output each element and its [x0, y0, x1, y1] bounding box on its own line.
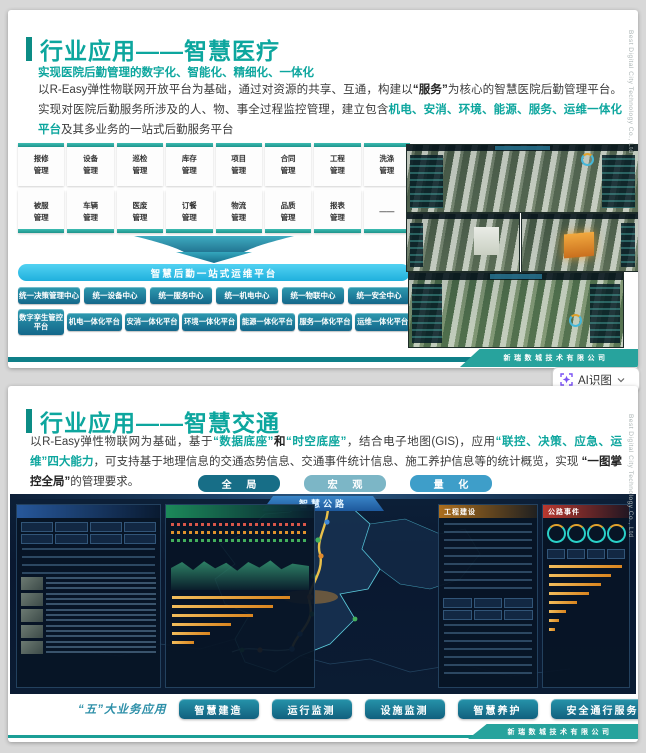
module-cell: 报修管理	[18, 143, 65, 186]
platform-button: 运维一体化平台	[355, 313, 411, 331]
center-button: 统一机电中心	[216, 287, 278, 304]
module-cell: 设备管理	[67, 143, 115, 186]
platform-button: 环境一体化平台	[182, 313, 238, 331]
platform-button: 机电一体化平台	[67, 313, 122, 331]
hospital-dashboard-screenshot-3	[521, 213, 638, 272]
center-button: 统一物联中心	[282, 287, 344, 304]
module-cell: 医废管理	[116, 190, 164, 233]
platform-button: 数字孪生管控平台	[18, 309, 64, 335]
slide1-subtitle: 实现医院后勤管理的数字化、智能化、精细化、一体化	[38, 67, 314, 79]
biz-button: 设施监测	[364, 699, 445, 719]
funnel-arrow	[18, 236, 410, 264]
module-cell: ——	[363, 190, 411, 233]
title-accent-bar	[26, 409, 32, 433]
biz-button: 智慧建造	[178, 699, 259, 719]
module-cell: 品质管理	[264, 190, 312, 233]
page-title: 行业应用——智慧医疗	[40, 38, 280, 64]
dashboard-panel-construction: 工程建设	[438, 504, 538, 688]
module-cell: 物流管理	[215, 190, 263, 233]
dashboard-panel-left-1	[16, 504, 161, 688]
view-mode-button: 量 化	[410, 475, 492, 492]
platform-button: 能源一体化平台	[240, 313, 295, 331]
slide2-footer: 新瑞数城技术有限公司	[8, 724, 638, 742]
center-button: 统一决策管理中心	[18, 287, 80, 304]
platform-button: 服务一体化平台	[297, 313, 353, 331]
document-preview-page: 行业应用——智慧医疗 实现医院后勤管理的数字化、智能化、精细化、一体化 以R-E…	[0, 0, 646, 753]
biz-button: 运行监测	[271, 699, 352, 719]
module-cell: 车辆管理	[67, 190, 115, 233]
module-cell: 订餐管理	[166, 190, 213, 233]
module-cell: 巡检管理	[116, 143, 164, 186]
module-cell: 合同管理	[264, 143, 312, 186]
biz-button: 智慧养护	[457, 699, 538, 719]
title-accent-bar	[26, 37, 32, 61]
view-mode-buttons: 全 局宏 观量 化	[198, 475, 492, 492]
slide1-paragraph: 以R-Easy弹性物联网开放平台为基础，通过对资源的共享、互通，构建以“服务”为…	[38, 84, 623, 137]
module-cell: 被服管理	[18, 190, 65, 233]
module-cell: 项目管理	[215, 143, 263, 186]
hospital-dashboard-screenshot-1	[406, 144, 638, 213]
module-cell: 报表管理	[314, 190, 362, 233]
biz-label: “五”大业务应用	[78, 704, 167, 716]
slide1-footer: 新瑞数城技术有限公司	[8, 349, 638, 367]
traffic-dashboard-screenshot: 智慧公路 工程建设 公路事件	[10, 494, 636, 694]
module-grid-row2: 被服管理 车辆管理 医废管理 订餐管理 物流管理 品质管理 报表管理 ——	[18, 190, 411, 233]
module-cell: 库存管理	[166, 143, 213, 186]
side-watermark: Best Digital City Technology Co., Ltd	[627, 414, 634, 538]
business-applications-row: “五”大业务应用 智慧建造 运行监测 设施监测 智慧养护 安全通行服务	[78, 699, 638, 719]
hospital-dashboard-screenshot-4	[408, 272, 624, 348]
company-name-band: 新瑞数城技术有限公司	[468, 724, 638, 739]
view-mode-button: 全 局	[198, 475, 280, 492]
module-cell: 洗涤管理	[363, 143, 411, 186]
slide1-title: 行业应用——智慧医疗	[26, 32, 280, 66]
dashboard-panel-events: 公路事件	[542, 504, 630, 688]
slide-smart-traffic[interactable]: 行业应用——智慧交通 以R-Easy弹性物联网为基础，基于“数据底座”和“时空底…	[8, 386, 638, 742]
slide-smart-medical[interactable]: 行业应用——智慧医疗 实现医院后勤管理的数字化、智能化、精细化、一体化 以R-E…	[8, 10, 638, 368]
center-button: 统一服务中心	[150, 287, 212, 304]
chevron-down-icon	[617, 377, 625, 382]
dashboard-panel-left-2	[165, 504, 315, 688]
module-cell: 工程管理	[314, 143, 362, 186]
company-name-band: 新瑞数城技术有限公司	[460, 349, 638, 367]
platform-button: 安消一体化平台	[124, 313, 180, 331]
biz-button: 安全通行服务	[550, 699, 638, 719]
center-button: 统一安全中心	[348, 287, 410, 304]
side-watermark: Best Digital City Technology Co., Ltd	[627, 30, 634, 154]
center-button: 统一设备中心	[84, 287, 146, 304]
hospital-dashboard-screenshot-2	[406, 213, 520, 272]
unified-centers-row: 统一决策管理中心 统一设备中心 统一服务中心 统一机电中心 统一物联中心 统一安全中心	[18, 287, 410, 304]
biz-buttons: 智慧建造 运行监测 设施监测 智慧养护 安全通行服务	[178, 699, 638, 719]
view-mode-button: 宏 观	[304, 475, 386, 492]
ai-scan-icon	[560, 373, 573, 386]
module-grid-row1: 报修管理 设备管理 巡检管理 库存管理 项目管理 合同管理 工程管理 洗涤管理	[18, 143, 411, 186]
platforms-row: 数字孪生管控平台 机电一体化平台 安消一体化平台 环境一体化平台 能源一体化平台 服务一体…	[18, 309, 411, 335]
platform-banner: 智慧后勤一站式运维平台	[18, 264, 410, 281]
